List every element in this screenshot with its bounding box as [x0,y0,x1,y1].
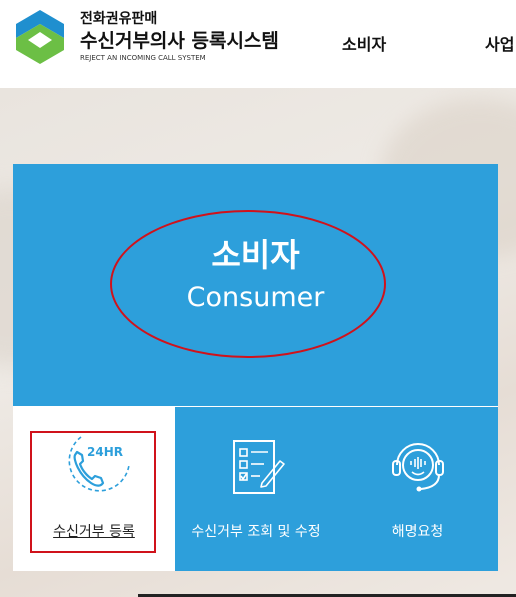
nav-business[interactable]: 사업 [485,31,514,55]
menu-view-edit-label[interactable]: 수신거부 조회 및 수정 [175,521,337,541]
logo-subtitle: REJECT AN INCOMING CALL SYSTEM [80,54,206,62]
headset-icon [392,443,444,492]
site-header: 전화권유판매 수신거부의사 등록시스템 REJECT AN INCOMING C… [0,0,516,88]
consumer-card: 소비자 Consumer 24HR 수신거부 등록 수신거부 조회 및 수정 해… [13,164,498,571]
consumer-card-header: 소비자 Consumer [13,164,498,406]
annotation-box [30,431,156,553]
menu-explanation-label[interactable]: 해명요청 [337,521,498,541]
menu-explanation-request[interactable]: 해명요청 [337,407,498,571]
nav-consumer[interactable]: 소비자 [342,31,386,55]
menu-register-rejection[interactable]: 24HR 수신거부 등록 [13,407,175,571]
logo-title-line1: 전화권유판매 [80,11,158,27]
annotation-ellipse [110,210,386,358]
logo-icon[interactable] [14,8,66,66]
menu-view-edit-rejection[interactable]: 수신거부 조회 및 수정 [175,407,337,571]
checklist-icon [233,440,285,494]
logo-title-line2: 수신거부의사 등록시스템 [80,30,279,52]
